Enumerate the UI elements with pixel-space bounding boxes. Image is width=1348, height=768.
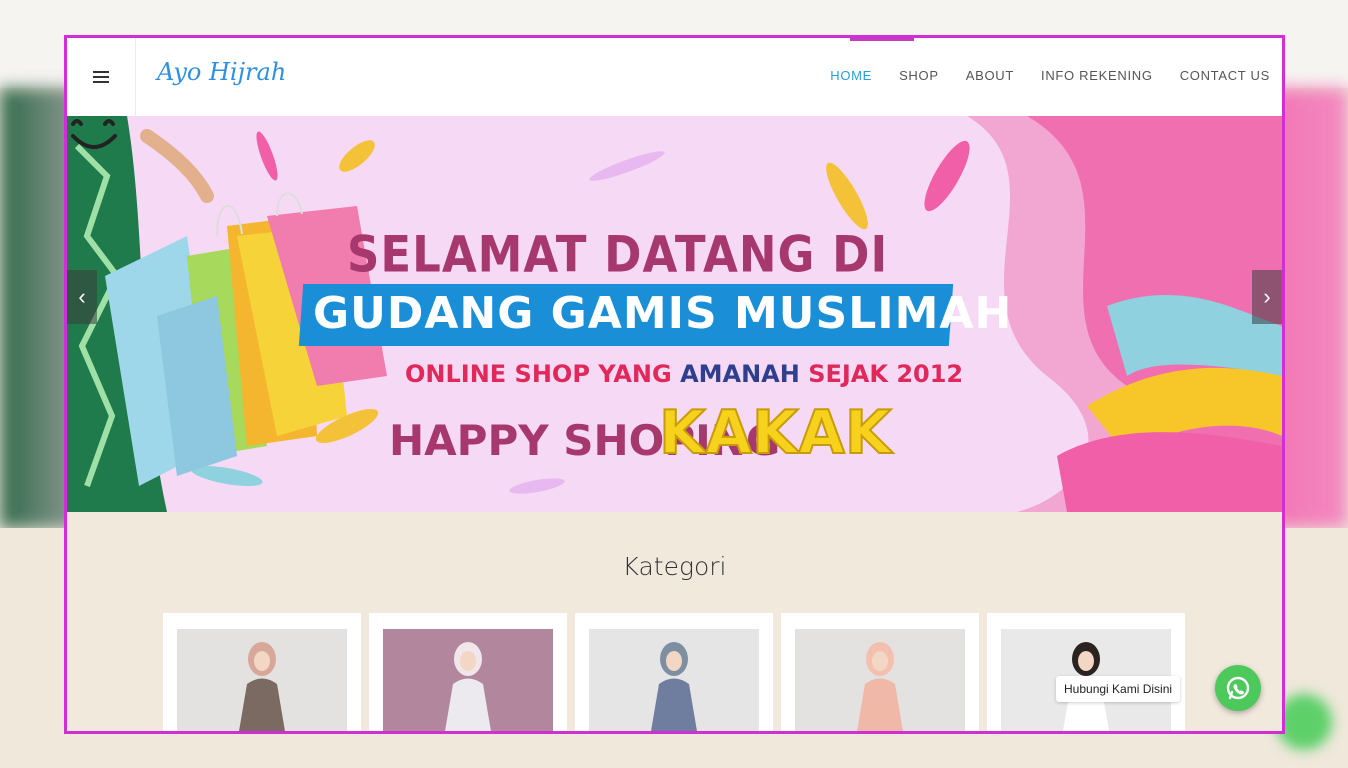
whatsapp-label[interactable]: Hubungi Kami Disini — [1056, 676, 1181, 702]
kategori-list — [163, 613, 1193, 731]
menu-toggle-button[interactable] — [67, 38, 136, 116]
hero-title-line1: SELAMAT DATANG DI — [347, 225, 889, 284]
kategori-heading: Kategori — [622, 552, 727, 581]
active-indicator — [850, 38, 914, 41]
category-card[interactable] — [369, 613, 567, 731]
category-photo — [177, 629, 347, 731]
slider-prev-button[interactable]: ‹ — [67, 270, 97, 324]
category-card[interactable] — [781, 613, 979, 731]
category-card[interactable] — [987, 613, 1185, 731]
chevron-right-icon: › — [1263, 284, 1271, 309]
nav-home[interactable]: HOME — [830, 68, 872, 83]
nav-about[interactable]: ABOUT — [966, 68, 1014, 83]
hero-kakak: KAKAK — [658, 397, 892, 469]
nav-info-rekening[interactable]: INFO REKENING — [1041, 68, 1153, 83]
hero-tagline-part3: SEJAK 2012 — [799, 360, 964, 388]
category-card[interactable] — [163, 613, 361, 731]
hero-slider: SELAMAT DATANG DI GUDANG GAMIS MUSLIMAH … — [67, 116, 1282, 512]
slider-next-button[interactable]: › — [1252, 270, 1282, 324]
browser-frame: Ayo Hijrah HOME SHOP ABOUT INFO REKENING… — [64, 35, 1285, 734]
navbar: Ayo Hijrah HOME SHOP ABOUT INFO REKENING… — [67, 38, 1282, 117]
whatsapp-icon — [1226, 676, 1250, 700]
hero-tagline-amanah: AMANAH — [680, 360, 800, 388]
main-menu: HOME SHOP ABOUT INFO REKENING CONTACT US — [803, 68, 1270, 83]
brand-logo[interactable]: Ayo Hijrah — [157, 58, 286, 86]
nav-shop[interactable]: SHOP — [899, 68, 939, 83]
whatsapp-button[interactable] — [1215, 665, 1261, 711]
nav-contact-us[interactable]: CONTACT US — [1180, 68, 1270, 83]
hamburger-icon — [93, 68, 109, 86]
category-photo — [795, 629, 965, 731]
smile-icon — [71, 119, 117, 149]
hero-tagline: ONLINE SHOP YANG AMANAH SEJAK 2012 — [405, 360, 963, 388]
hero-title-line2: GUDANG GAMIS MUSLIMAH — [313, 288, 1013, 339]
category-photo — [589, 629, 759, 731]
hero-tagline-part1: ONLINE SHOP YANG — [405, 360, 681, 388]
chevron-left-icon: ‹ — [78, 284, 86, 309]
category-card[interactable] — [575, 613, 773, 731]
category-photo — [383, 629, 553, 731]
